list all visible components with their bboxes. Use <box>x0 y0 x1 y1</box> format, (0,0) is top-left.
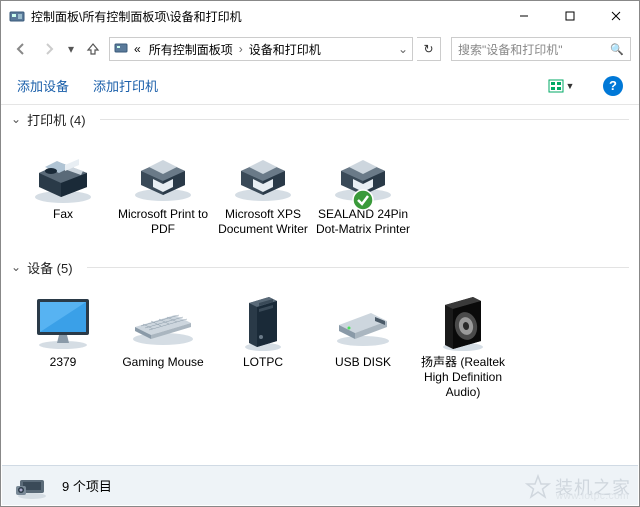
nav-forward-button[interactable] <box>37 37 61 61</box>
maximize-button[interactable] <box>547 1 593 31</box>
device-label: Microsoft XPS Document Writer <box>215 207 311 237</box>
tower-icon <box>227 289 299 353</box>
printer-icon <box>327 141 399 205</box>
fax-icon <box>27 141 99 205</box>
watermark: 装机之家 www.lotpc.com <box>525 474 631 500</box>
address-bar[interactable]: « 所有控制面板项 › 设备和打印机 ⌄ <box>109 37 413 61</box>
chevron-down-icon: ⌄ <box>11 260 21 274</box>
group-label: 设备 (5) <box>27 258 73 277</box>
device-item[interactable]: LOTPC <box>213 285 313 404</box>
device-label: Fax <box>53 207 73 222</box>
add-device-link[interactable]: 添加设备 <box>17 76 69 95</box>
command-bar: 添加设备 添加打印机 ▼ ? <box>1 67 639 105</box>
device-item[interactable]: Microsoft XPS Document Writer <box>213 137 313 241</box>
help-button[interactable]: ? <box>603 76 623 96</box>
content-area: ⌄ 打印机 (4) Fax Microsoft Print to PDFMicroso… <box>1 105 639 467</box>
device-item[interactable]: SEALAND 24Pin Dot-Matrix Printer <box>313 137 413 241</box>
window-title: 控制面板\所有控制面板项\设备和打印机 <box>31 8 501 25</box>
watermark-url: www.lotpc.com <box>556 491 629 502</box>
breadcrumb-part-0[interactable]: 所有控制面板项 <box>147 41 235 58</box>
group-header[interactable]: ⌄ 设备 (5) <box>1 253 639 281</box>
breadcrumb-sep: › <box>239 42 243 56</box>
printer-icon <box>127 141 199 205</box>
group-items: Fax Microsoft Print to PDFMicrosoft XPS D… <box>1 133 639 253</box>
device-item[interactable]: 扬声器 (Realtek High Definition Audio) <box>413 285 513 404</box>
title-bar: 控制面板\所有控制面板项\设备和打印机 <box>1 1 639 31</box>
search-placeholder: 搜索"设备和打印机" <box>458 41 606 58</box>
close-button[interactable] <box>593 1 639 31</box>
usbdisk-icon <box>327 289 399 353</box>
search-box[interactable]: 搜索"设备和打印机" 🔍 <box>451 37 631 61</box>
breadcrumb-prefix: « <box>132 42 143 56</box>
device-label: 扬声器 (Realtek High Definition Audio) <box>415 355 511 400</box>
group-header[interactable]: ⌄ 打印机 (4) <box>1 105 639 133</box>
device-item[interactable]: Microsoft Print to PDF <box>113 137 213 241</box>
device-item[interactable]: USB DISK <box>313 285 413 404</box>
address-dropdown-icon[interactable]: ⌄ <box>398 42 408 56</box>
speaker-icon <box>427 289 499 353</box>
device-label: Gaming Mouse <box>122 355 203 370</box>
device-label: 2379 <box>50 355 77 370</box>
nav-back-button[interactable] <box>9 37 33 61</box>
device-label: SEALAND 24Pin Dot-Matrix Printer <box>315 207 411 237</box>
default-badge-icon <box>352 189 374 211</box>
minimize-button[interactable] <box>501 1 547 31</box>
nav-up-button[interactable] <box>81 37 105 61</box>
device-label: USB DISK <box>335 355 391 370</box>
breadcrumb-part-1[interactable]: 设备和打印机 <box>247 41 323 58</box>
chevron-down-icon: ⌄ <box>11 112 21 126</box>
device-item[interactable]: Fax <box>13 137 113 241</box>
device-label: Microsoft Print to PDF <box>115 207 211 237</box>
keyboard-icon <box>127 289 199 353</box>
group-label: 打印机 (4) <box>27 110 86 129</box>
status-item-count: 9 个项目 <box>62 476 112 495</box>
monitor-icon <box>27 289 99 353</box>
titlebar-app-icon <box>9 8 25 24</box>
refresh-button[interactable]: ↻ <box>417 37 441 61</box>
addressbar-app-icon <box>114 41 128 58</box>
device-label: LOTPC <box>243 355 283 370</box>
device-item[interactable]: Gaming Mouse <box>113 285 213 404</box>
search-icon: 🔍 <box>610 43 624 56</box>
add-printer-link[interactable]: 添加打印机 <box>93 76 158 95</box>
status-device-icon <box>14 472 50 500</box>
device-item[interactable]: 2379 <box>13 285 113 404</box>
navigation-bar: ▾ « 所有控制面板项 › 设备和打印机 ⌄ ↻ 搜索"设备和打印机" 🔍 <box>1 31 639 67</box>
printer-icon <box>227 141 299 205</box>
nav-history-dropdown[interactable]: ▾ <box>65 42 77 56</box>
view-options-button[interactable]: ▼ <box>543 74 579 98</box>
group-items: 2379 Gaming Mouse LOTPC USB DISK 扬声器 (Realte… <box>1 281 639 416</box>
